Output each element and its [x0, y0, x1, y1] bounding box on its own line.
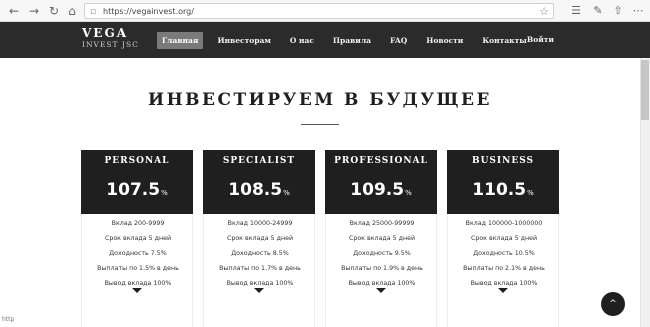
menu-item-news[interactable]: Новости — [421, 32, 468, 49]
arrow-left-icon[interactable]: ← — [6, 3, 22, 19]
refresh-icon[interactable]: ↻ — [46, 3, 62, 19]
plan-rate-unit: % — [405, 189, 412, 197]
plan-detail-deposit: Вклад 25000-99999 — [349, 220, 415, 227]
hub-icon[interactable]: ☰ — [568, 3, 584, 19]
menu-item-investors[interactable]: Инвесторам — [212, 32, 275, 49]
plan-card-business: BUSINESS 110.5% Вклад 100000-1000000 Сро… — [447, 150, 559, 327]
plan-footer-arrow — [376, 288, 386, 293]
plan-name: PERSONAL — [104, 156, 170, 166]
menu-item-rules[interactable]: Правила — [328, 32, 376, 49]
plan-rate-unit: % — [161, 189, 168, 197]
plan-detail-withdrawal: Вывод вклада 100% — [226, 280, 294, 287]
plan-details: Вклад 25000-99999 Срок вклада 5 дней Дох… — [325, 214, 437, 327]
plan-rate: 109.5% — [325, 180, 437, 200]
more-icon[interactable]: ⋯ — [630, 3, 646, 19]
chevron-up-icon[interactable]: ^ — [601, 292, 625, 316]
plan-detail-payouts: Выплаты по 1.9% в день — [341, 265, 423, 272]
title-divider — [301, 124, 339, 125]
plan-name: SPECIALIST — [222, 156, 296, 166]
plan-card-professional: PROFESSIONAL 109.5% Вклад 25000-99999 Ср… — [325, 150, 437, 327]
status-bar-text: http — [2, 316, 15, 323]
plan-detail-term: Срок вклада 5 дней — [348, 235, 416, 242]
plan-detail-yield: Доходность 8.5% — [231, 250, 289, 257]
star-icon[interactable]: ☆ — [539, 5, 549, 18]
plan-detail-term: Срок вклада 5 дней — [470, 235, 538, 242]
plan-detail-term: Срок вклада 5 дней — [226, 235, 294, 242]
plan-name: PROFESSIONAL — [334, 156, 428, 166]
menu-item-home[interactable]: Главная — [157, 31, 204, 49]
plan-detail-payouts: Выплаты по 1.7% в день — [219, 265, 301, 272]
plan-rate: 110.5% — [447, 180, 559, 200]
plan-detail-withdrawal: Вывод вклада 100% — [104, 280, 172, 287]
plan-name: BUSINESS — [471, 156, 535, 166]
main-menu: Главная Инвесторам О нас Правила FAQ Нов… — [157, 22, 541, 58]
plan-detail-deposit: Вклад 10000-24999 — [227, 220, 293, 227]
address-bar[interactable]: ▫ https://vegainvest.org/ ☆ — [84, 3, 554, 19]
plan-footer-arrow — [498, 288, 508, 293]
plan-rate-value: 110.5 — [472, 180, 527, 200]
plan-detail-payouts: Выплаты по 2.1% в день — [463, 265, 545, 272]
arrow-right-icon[interactable]: → — [26, 3, 42, 19]
plan-detail-yield: Доходность 10.5% — [473, 250, 535, 257]
logo-title: VEGA — [82, 26, 129, 40]
plan-detail-deposit: Вклад 200-9999 — [111, 220, 165, 227]
plan-detail-payouts: Выплаты по 1.5% в день — [97, 265, 179, 272]
plan-detail-term: Срок вклада 5 дней — [104, 235, 172, 242]
browser-toolbar: ← → ↻ ⌂ ▫ https://vegainvest.org/ ☆ ☰ ✎ … — [0, 0, 650, 22]
plan-details: Вклад 200-9999 Срок вклада 5 дней Доходн… — [81, 214, 193, 327]
scrollbar-thumb[interactable] — [641, 60, 649, 120]
plan-detail-withdrawal: Вывод вклада 100% — [470, 280, 538, 287]
plan-rate-value: 109.5 — [350, 180, 405, 200]
site-logo[interactable]: VEGA INVEST JSC — [82, 27, 139, 50]
plan-detail-deposit: Вклад 100000-1000000 — [465, 220, 543, 227]
plan-detail-yield: Доходность 9.5% — [353, 250, 411, 257]
plan-rate-unit: % — [283, 189, 290, 197]
plan-rate-value: 107.5 — [106, 180, 161, 200]
page-title: ИНВЕСТИРУЕМ В БУДУЩЕЕ — [148, 90, 492, 110]
share-icon[interactable]: ⇧ — [610, 3, 626, 19]
address-url: https://vegainvest.org/ — [103, 7, 194, 16]
plan-rate: 107.5% — [81, 180, 193, 200]
menu-item-faq[interactable]: FAQ — [385, 32, 412, 49]
plan-detail-withdrawal: Вывод вклада 100% — [348, 280, 416, 287]
menu-item-contacts[interactable]: Контакты — [477, 32, 531, 49]
notes-icon[interactable]: ✎ — [590, 3, 606, 19]
plan-detail-yield: Доходность 7.5% — [109, 250, 167, 257]
plan-footer-arrow — [132, 288, 142, 293]
plan-rate: 108.5% — [203, 180, 315, 200]
login-link[interactable]: Войти — [527, 35, 554, 44]
plan-rate-value: 108.5 — [228, 180, 283, 200]
plan-rate-unit: % — [527, 189, 534, 197]
menu-item-about[interactable]: О нас — [285, 32, 319, 49]
site-header: VEGA INVEST JSC Главная Инвесторам О нас… — [0, 22, 650, 58]
plan-card-personal: PERSONAL 107.5% Вклад 200-9999 Срок вкла… — [81, 150, 193, 327]
logo-subtitle: INVEST JSC — [82, 40, 139, 49]
lock-icon: ▫ — [90, 7, 97, 17]
plan-details: Вклад 10000-24999 Срок вклада 5 дней Дох… — [203, 214, 315, 327]
plan-details: Вклад 100000-1000000 Срок вклада 5 дней … — [447, 214, 559, 327]
plan-card-specialist: SPECIALIST 108.5% Вклад 10000-24999 Срок… — [203, 150, 315, 327]
plan-footer-arrow — [254, 288, 264, 293]
home-icon[interactable]: ⌂ — [64, 3, 80, 19]
